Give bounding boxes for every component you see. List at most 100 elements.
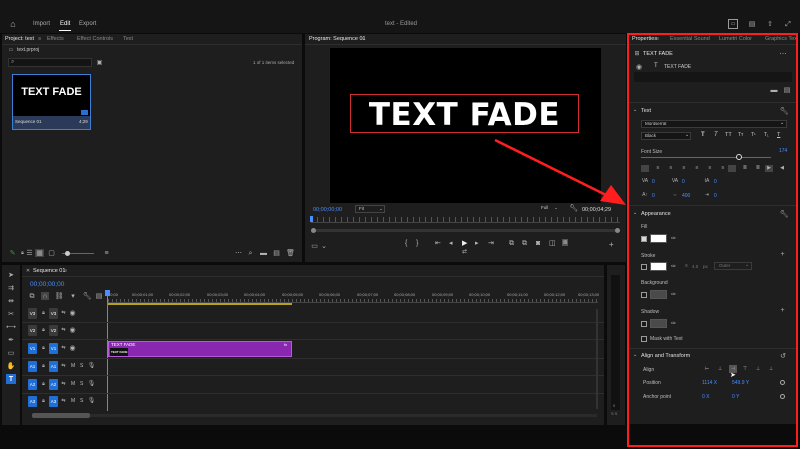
export-frame-icon[interactable]: ◙ xyxy=(536,240,540,247)
list-view-icon[interactable]: ☰ xyxy=(26,250,33,257)
tab-project[interactable]: Project: text xyxy=(5,36,34,42)
ripple-edit-icon[interactable]: ⇹ xyxy=(6,296,16,306)
lock-icon[interactable]: 🔒︎ xyxy=(40,345,47,352)
pencil-icon[interactable]: ✎ xyxy=(9,250,16,257)
pen-tool-icon[interactable]: ✒ xyxy=(6,335,16,345)
mark-in-icon[interactable]: { xyxy=(405,240,407,247)
add-marker-icon[interactable]: ▾ xyxy=(69,292,77,300)
overwrite-icon[interactable]: ⧉ xyxy=(522,240,527,247)
clip-thumbnail[interactable]: TEXT FADE Sequence 01 4;29 xyxy=(12,74,91,130)
lock-icon[interactable]: 🔒︎ xyxy=(19,250,26,257)
freeform-view-icon[interactable]: ▢ xyxy=(48,250,55,257)
vr-icon[interactable]: ⇄ xyxy=(462,249,467,255)
timeline-settings-icon[interactable]: 🔧︎ xyxy=(83,292,92,300)
playhead-marker[interactable] xyxy=(310,216,313,222)
tab-program[interactable]: Program: Sequence 01 xyxy=(309,36,366,42)
new-item-icon[interactable]: ▤ xyxy=(273,250,280,257)
track-v3-label[interactable]: V3 xyxy=(49,308,58,319)
track-a1-label[interactable]: A1 xyxy=(49,361,58,372)
type-tool-icon[interactable]: T xyxy=(6,374,16,384)
program-timecode[interactable]: 00;00;00;00 xyxy=(313,207,342,213)
sort-icon[interactable]: ≡ xyxy=(103,250,110,257)
quick-export-icon[interactable]: ▤ xyxy=(747,19,757,29)
workspace-icon[interactable]: ▭ xyxy=(728,19,738,29)
tab-text[interactable]: Text xyxy=(123,36,133,42)
mic-icon[interactable]: 🎙︎ xyxy=(88,362,96,369)
go-to-in-icon[interactable]: ⇤ xyxy=(435,240,441,247)
program-mini-ruler[interactable] xyxy=(311,217,620,223)
sync-lock-icon[interactable]: ⇆ xyxy=(60,381,67,388)
menu-import[interactable]: Import xyxy=(33,21,50,27)
nest-icon[interactable]: ⧉ xyxy=(28,292,36,300)
track-a3-label[interactable]: A3 xyxy=(49,396,58,407)
sync-lock-icon[interactable]: ⇆ xyxy=(60,363,67,370)
close-tab-icon[interactable]: ✕ xyxy=(25,268,31,274)
fullscreen-icon[interactable]: ⤢ xyxy=(783,19,793,29)
vertical-scrollbar[interactable] xyxy=(596,309,598,409)
zoom-slider-handle[interactable] xyxy=(65,251,70,256)
trash-icon[interactable]: 🗑︎ xyxy=(286,250,295,257)
track-select-icon[interactable]: ⇉ xyxy=(6,283,16,293)
slip-tool-icon[interactable]: ⟷ xyxy=(6,322,16,332)
sequence-tab-menu-icon[interactable]: ≡ xyxy=(64,268,67,274)
lock-icon[interactable]: 🔒︎ xyxy=(40,363,47,370)
new-bin-icon[interactable]: ▣ xyxy=(96,59,103,66)
linked-selection-icon[interactable]: ⛓ xyxy=(55,292,64,300)
hand-tool-icon[interactable]: ✋ xyxy=(6,361,16,371)
project-tab-menu-icon[interactable]: ≡ xyxy=(38,36,41,42)
eye-icon[interactable]: ◉ xyxy=(69,310,76,317)
insert-icon[interactable]: ⧉ xyxy=(509,240,514,247)
mute-icon[interactable]: M xyxy=(71,398,75,404)
tab-effect-controls[interactable]: Effect Controls xyxy=(77,36,113,42)
timeline-clip[interactable]: TEXT FADE fx TEXT FADE xyxy=(108,341,292,357)
sync-lock-icon[interactable]: ⇆ xyxy=(60,345,67,352)
scrub-handle-left[interactable] xyxy=(311,228,316,233)
step-forward-icon[interactable]: ▸ xyxy=(475,240,479,247)
proxy-toggle-icon[interactable]: ⧈ xyxy=(562,239,569,246)
step-back-icon[interactable]: ◂ xyxy=(449,240,453,247)
lock-icon[interactable]: 🔒︎ xyxy=(40,310,47,317)
share-icon[interactable]: ⇧ xyxy=(765,19,775,29)
scrub-bar[interactable] xyxy=(311,229,620,232)
solo-icon[interactable]: S xyxy=(80,398,83,404)
source-patch-a2[interactable]: A2 xyxy=(28,379,37,390)
search-input[interactable]: ⌕ xyxy=(8,58,92,67)
mic-icon[interactable]: 🎙︎ xyxy=(88,397,96,404)
sync-lock-icon[interactable]: ⇆ xyxy=(60,310,67,317)
captions-icon[interactable]: ▤ xyxy=(95,292,103,300)
new-folder-icon[interactable]: ▬ xyxy=(260,250,267,257)
icon-view-icon[interactable]: ▦ xyxy=(35,249,44,257)
track-a2-label[interactable]: A2 xyxy=(49,379,58,390)
menu-export[interactable]: Export xyxy=(79,21,96,27)
solo-icon[interactable]: S xyxy=(80,381,83,387)
razor-tool-icon[interactable]: ✂ xyxy=(6,309,16,319)
track-target-v3[interactable]: V3 xyxy=(28,308,37,319)
solo-icon[interactable]: S xyxy=(80,363,83,369)
tab-effects[interactable]: Effects xyxy=(47,36,64,42)
play-icon[interactable]: ▶ xyxy=(462,240,467,247)
sync-lock-icon[interactable]: ⇆ xyxy=(60,398,67,405)
track-v2-label[interactable]: V2 xyxy=(49,325,58,336)
source-patch-a3[interactable]: A3 xyxy=(28,396,37,407)
safe-margins-icon[interactable]: ▭ xyxy=(311,243,318,250)
zoom-select[interactable]: Fit ⌄ xyxy=(355,205,385,213)
lock-icon[interactable]: 🔒︎ xyxy=(40,398,47,405)
home-icon[interactable]: ⌂ xyxy=(8,19,18,29)
find-icon[interactable]: ⌕ xyxy=(247,250,254,257)
timeline-scrollbar[interactable] xyxy=(32,414,597,417)
add-button-icon[interactable]: + xyxy=(609,241,614,249)
lock-icon[interactable]: 🔒︎ xyxy=(40,327,47,334)
rectangle-tool-icon[interactable]: ▭ xyxy=(6,348,16,358)
selection-tool-icon[interactable]: ➤ xyxy=(6,270,16,280)
scrub-handle-right[interactable] xyxy=(615,228,620,233)
comparison-view-icon[interactable]: ◫ xyxy=(549,240,556,247)
mic-icon[interactable]: 🎙︎ xyxy=(88,380,96,387)
eye-icon[interactable]: ◉ xyxy=(69,327,76,334)
automate-icon[interactable]: ⋯ xyxy=(235,250,242,257)
tab-sequence[interactable]: Sequence 01 xyxy=(33,268,65,274)
work-area-bar[interactable] xyxy=(108,303,292,305)
time-ruler[interactable]: 00;00 00;00;01;00 00;00;02;00 00;00;03;0… xyxy=(108,291,599,303)
timeline-timecode[interactable]: 00;00;00;00 xyxy=(30,281,64,288)
go-to-out-icon[interactable]: ⇥ xyxy=(488,240,494,247)
eye-icon[interactable]: ◉ xyxy=(69,345,76,352)
